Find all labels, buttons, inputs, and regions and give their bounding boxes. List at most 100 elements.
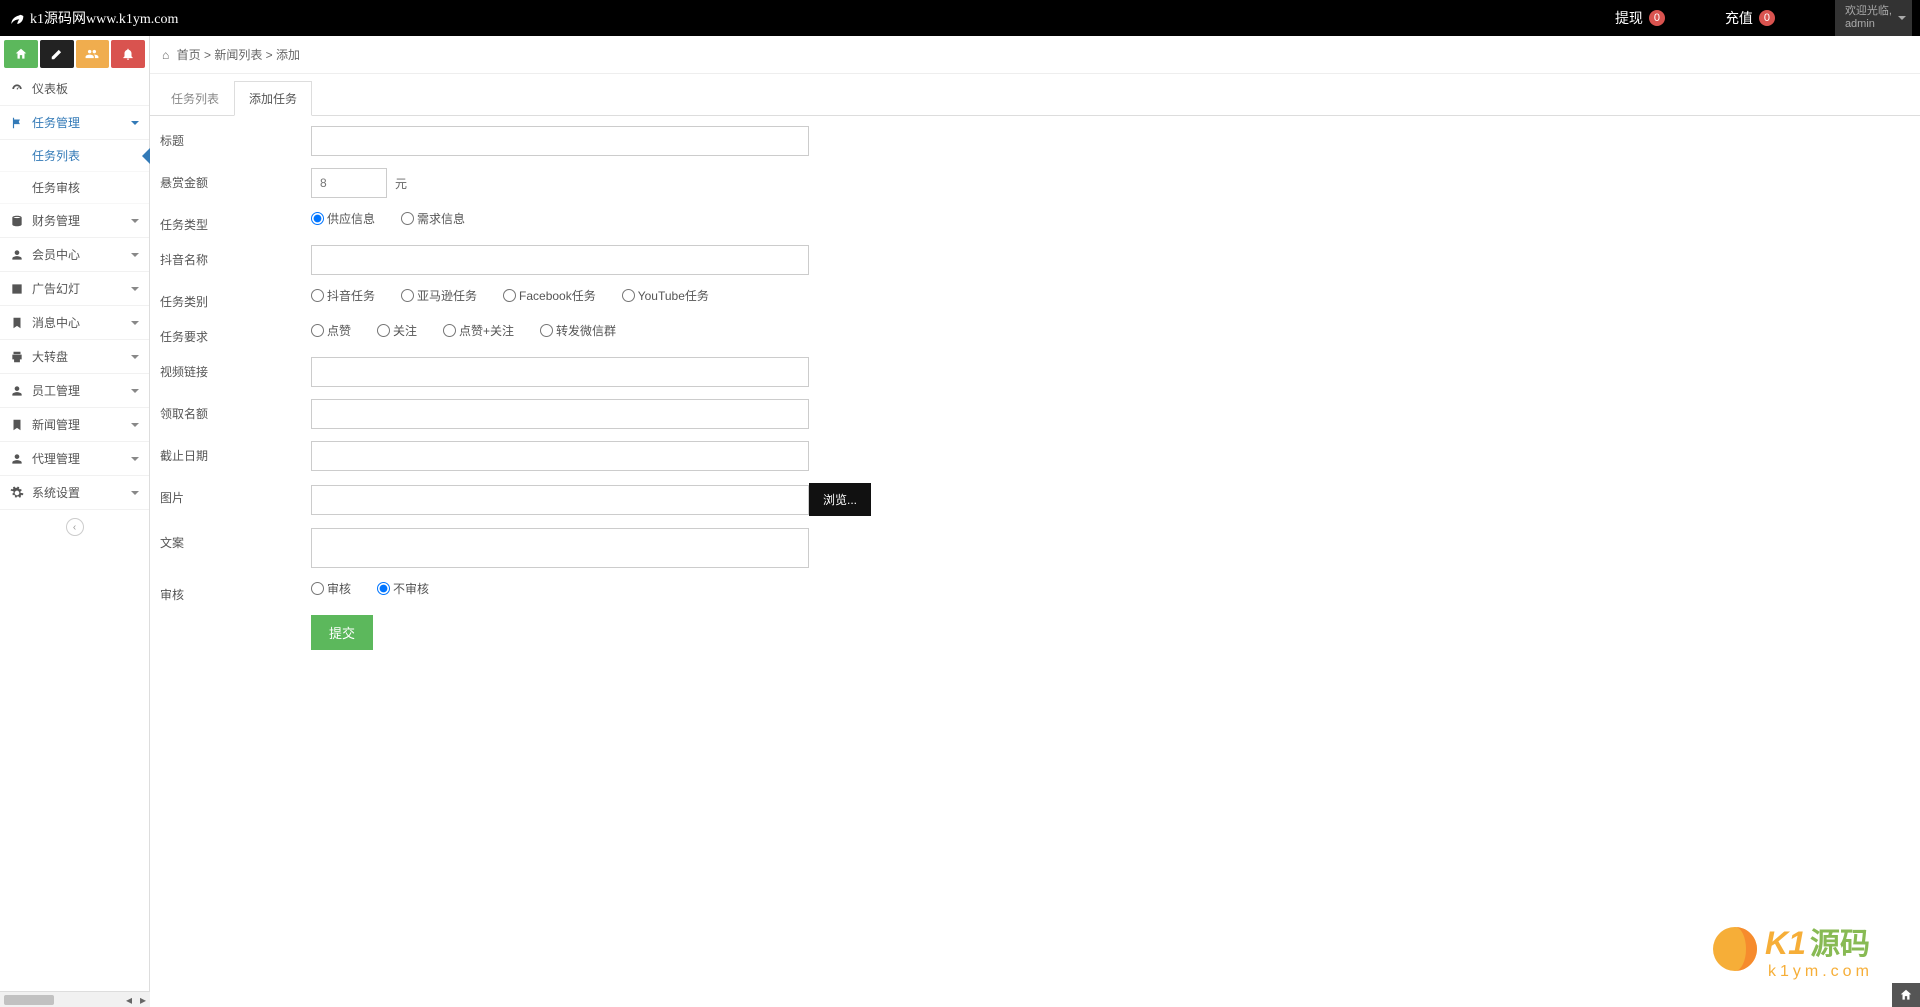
video-input[interactable] [311, 357, 809, 387]
quota-input[interactable] [311, 399, 809, 429]
recharge-stat[interactable]: 充值 0 [1725, 8, 1775, 28]
sidebar-subitem-task-list[interactable]: 任务列表 [0, 140, 149, 172]
scrollbar-thumb[interactable] [4, 995, 54, 1005]
radio-input[interactable] [401, 212, 414, 225]
sidebar-item-label: 消息中心 [32, 314, 80, 331]
users-icon [85, 47, 99, 61]
label-image: 图片 [156, 483, 311, 506]
radio-audit-no[interactable]: 不审核 [377, 580, 429, 597]
breadcrumb-last: 添加 [276, 48, 300, 62]
label-category: 任务类别 [156, 287, 311, 310]
sidebar-collapse-button[interactable]: ‹ [66, 518, 84, 536]
radio-label: 亚马逊任务 [417, 287, 477, 304]
radio-label: 点赞 [327, 322, 351, 339]
breadcrumb: ⌂ 首页 > 新闻列表 > 添加 [150, 36, 1920, 74]
sidebar-subitem-task-audit[interactable]: 任务审核 [0, 172, 149, 204]
withdraw-label: 提现 [1615, 8, 1643, 28]
recharge-label: 充值 [1725, 8, 1753, 28]
radio-input[interactable] [503, 289, 516, 302]
sidebar-item-member[interactable]: 会员中心 [0, 238, 149, 272]
chevron-down-icon [131, 457, 139, 461]
label-copy: 文案 [156, 528, 311, 551]
radio-audit-yes[interactable]: 审核 [311, 580, 351, 597]
radio-cat-youtube[interactable]: YouTube任务 [622, 287, 709, 304]
radio-req-likefollow[interactable]: 点赞+关注 [443, 322, 514, 339]
browse-button[interactable]: 浏览... [809, 483, 871, 516]
radio-input[interactable] [401, 289, 414, 302]
label-reward: 悬赏金额 [156, 168, 311, 191]
radio-label: 供应信息 [327, 210, 375, 227]
radio-type-demand[interactable]: 需求信息 [401, 210, 465, 227]
radio-input[interactable] [443, 324, 456, 337]
submit-button[interactable]: 提交 [311, 615, 373, 650]
breadcrumb-mid[interactable]: 新闻列表 [214, 48, 262, 62]
sidebar-item-dashboard[interactable]: 仪表板 [0, 72, 149, 106]
radio-input[interactable] [311, 582, 324, 595]
sidebar-item-news[interactable]: 新闻管理 [0, 408, 149, 442]
title-input[interactable] [311, 126, 809, 156]
sidebar-item-task-mgmt[interactable]: 任务管理 [0, 106, 149, 140]
user-icon [10, 384, 24, 398]
sidebar-item-label: 财务管理 [32, 212, 80, 229]
radio-cat-amazon[interactable]: 亚马逊任务 [401, 287, 477, 304]
radio-req-like[interactable]: 点赞 [311, 322, 351, 339]
sidebar-scrollbar[interactable]: ◂ ▸ [0, 991, 150, 1007]
withdraw-stat[interactable]: 提现 0 [1615, 8, 1665, 28]
radio-label: 点赞+关注 [459, 322, 514, 339]
breadcrumb-home[interactable]: 首页 [177, 48, 201, 62]
radio-label: 转发微信群 [556, 322, 616, 339]
sidebar-item-wheel[interactable]: 大转盘 [0, 340, 149, 374]
radio-input[interactable] [540, 324, 553, 337]
quick-users-button[interactable] [76, 40, 110, 68]
sidebar-item-msg[interactable]: 消息中心 [0, 306, 149, 340]
label-type: 任务类型 [156, 210, 311, 233]
back-to-top-button[interactable] [1892, 983, 1920, 1007]
sidebar-item-adslide[interactable]: 广告幻灯 [0, 272, 149, 306]
chevron-down-icon [131, 253, 139, 257]
copy-input[interactable] [311, 528, 809, 568]
sidebar: 仪表板 任务管理 任务列表 任务审核 财务管理 会员中心 广告幻灯 消 [0, 36, 150, 1007]
tab-add-task[interactable]: 添加任务 [234, 81, 312, 116]
sidebar-item-system[interactable]: 系统设置 [0, 476, 149, 510]
radio-label: YouTube任务 [638, 287, 709, 304]
radio-req-forward[interactable]: 转发微信群 [540, 322, 616, 339]
radio-input[interactable] [377, 582, 390, 595]
sidebar-subitem-label: 任务审核 [32, 181, 80, 195]
welcome-text: 欢迎光临, [1845, 5, 1892, 18]
quick-notify-button[interactable] [111, 40, 145, 68]
user-icon [10, 452, 24, 466]
chevron-down-icon [131, 423, 139, 427]
sidebar-item-staff[interactable]: 员工管理 [0, 374, 149, 408]
tab-task-list[interactable]: 任务列表 [156, 81, 234, 116]
radio-cat-douyin[interactable]: 抖音任务 [311, 287, 375, 304]
douyin-name-input[interactable] [311, 245, 809, 275]
radio-input[interactable] [311, 212, 324, 225]
radio-input[interactable] [377, 324, 390, 337]
sidebar-item-finance[interactable]: 财务管理 [0, 204, 149, 238]
chevron-down-icon [131, 219, 139, 223]
flag-icon [10, 116, 24, 130]
radio-input[interactable] [622, 289, 635, 302]
image-path-input[interactable] [311, 485, 809, 515]
user-menu[interactable]: 欢迎光临, admin [1835, 0, 1912, 36]
breadcrumb-sep: > [266, 48, 273, 62]
radio-cat-facebook[interactable]: Facebook任务 [503, 287, 596, 304]
chevron-down-icon [131, 491, 139, 495]
radio-input[interactable] [311, 324, 324, 337]
label-video: 视频链接 [156, 357, 311, 380]
gear-icon [10, 486, 24, 500]
scroll-right-icon[interactable]: ▸ [136, 993, 150, 1007]
deadline-input[interactable] [311, 441, 809, 471]
quick-home-button[interactable] [4, 40, 38, 68]
tab-label: 添加任务 [249, 92, 297, 106]
task-form: 标题 悬赏金额 元 任务类型 供应信息 需求信息 抖音名称 [150, 116, 1920, 660]
scroll-left-icon[interactable]: ◂ [122, 993, 136, 1007]
reward-input[interactable] [311, 168, 387, 198]
radio-type-supply[interactable]: 供应信息 [311, 210, 375, 227]
quick-edit-button[interactable] [40, 40, 74, 68]
radio-input[interactable] [311, 289, 324, 302]
radio-req-follow[interactable]: 关注 [377, 322, 417, 339]
bell-icon [121, 47, 135, 61]
sidebar-item-agent[interactable]: 代理管理 [0, 442, 149, 476]
home-icon [14, 47, 28, 61]
